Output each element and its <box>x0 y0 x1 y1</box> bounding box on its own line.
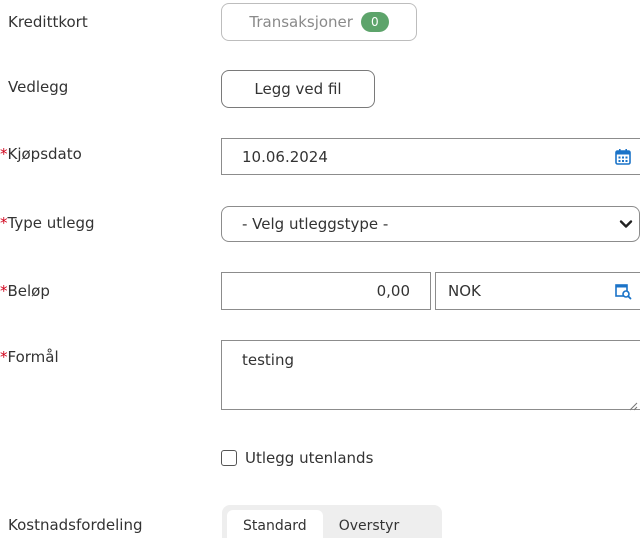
currency-value: NOK <box>448 282 481 300</box>
amount-label: *Beløp <box>0 281 50 301</box>
currency-input[interactable]: NOK <box>435 272 640 310</box>
currency-lookup-icon[interactable] <box>614 282 632 300</box>
amount-input[interactable]: 0,00 <box>221 272 431 310</box>
purchase-date-label: *Kjøpsdato <box>0 144 82 164</box>
purpose-label: *Formål <box>0 347 59 367</box>
purchase-date-label-text: Kjøpsdato <box>7 145 82 163</box>
cost-distribution-toggle: Standard Overstyr <box>222 505 442 543</box>
abroad-checkbox-row[interactable]: Utlegg utenlands <box>221 449 373 467</box>
resize-handle-icon[interactable] <box>628 397 638 411</box>
attach-file-button-label: Legg ved fil <box>254 80 342 98</box>
purpose-value: testing <box>242 351 295 369</box>
cost-distribution-standard-tab[interactable]: Standard <box>227 510 323 543</box>
transactions-button[interactable]: Transaksjoner 0 <box>221 3 417 41</box>
cost-distribution-override-tab[interactable]: Overstyr <box>323 510 416 543</box>
required-mark: * <box>0 145 8 163</box>
expense-type-value: - Velg utleggstype - <box>242 215 389 233</box>
required-mark: * <box>0 214 8 232</box>
calendar-icon[interactable] <box>614 148 632 166</box>
abroad-checkbox[interactable] <box>221 450 237 466</box>
cost-distribution-label: Kostnadsfordeling <box>8 516 143 534</box>
required-mark: * <box>0 282 8 300</box>
attachment-label: Vedlegg <box>8 78 69 96</box>
transactions-button-label: Transaksjoner <box>249 13 353 31</box>
amount-value: 0,00 <box>376 282 410 300</box>
expense-type-select[interactable]: - Velg utleggstype - <box>221 206 640 242</box>
purchase-date-value: 10.06.2024 <box>242 147 328 166</box>
amount-label-text: Beløp <box>7 282 50 300</box>
purpose-textarea[interactable]: testing <box>221 340 640 411</box>
expense-type-label-text: Type utlegg <box>7 214 95 232</box>
required-mark: * <box>0 348 8 366</box>
transactions-count-badge: 0 <box>360 12 389 32</box>
chevron-down-icon <box>617 215 635 233</box>
purpose-label-text: Formål <box>7 348 59 366</box>
attach-file-button[interactable]: Legg ved fil <box>221 70 375 108</box>
creditcard-label: Kredittkort <box>8 13 88 31</box>
purchase-date-input[interactable]: 10.06.2024 <box>221 138 640 175</box>
expense-type-label: *Type utlegg <box>0 213 95 233</box>
abroad-checkbox-label: Utlegg utenlands <box>245 449 374 467</box>
